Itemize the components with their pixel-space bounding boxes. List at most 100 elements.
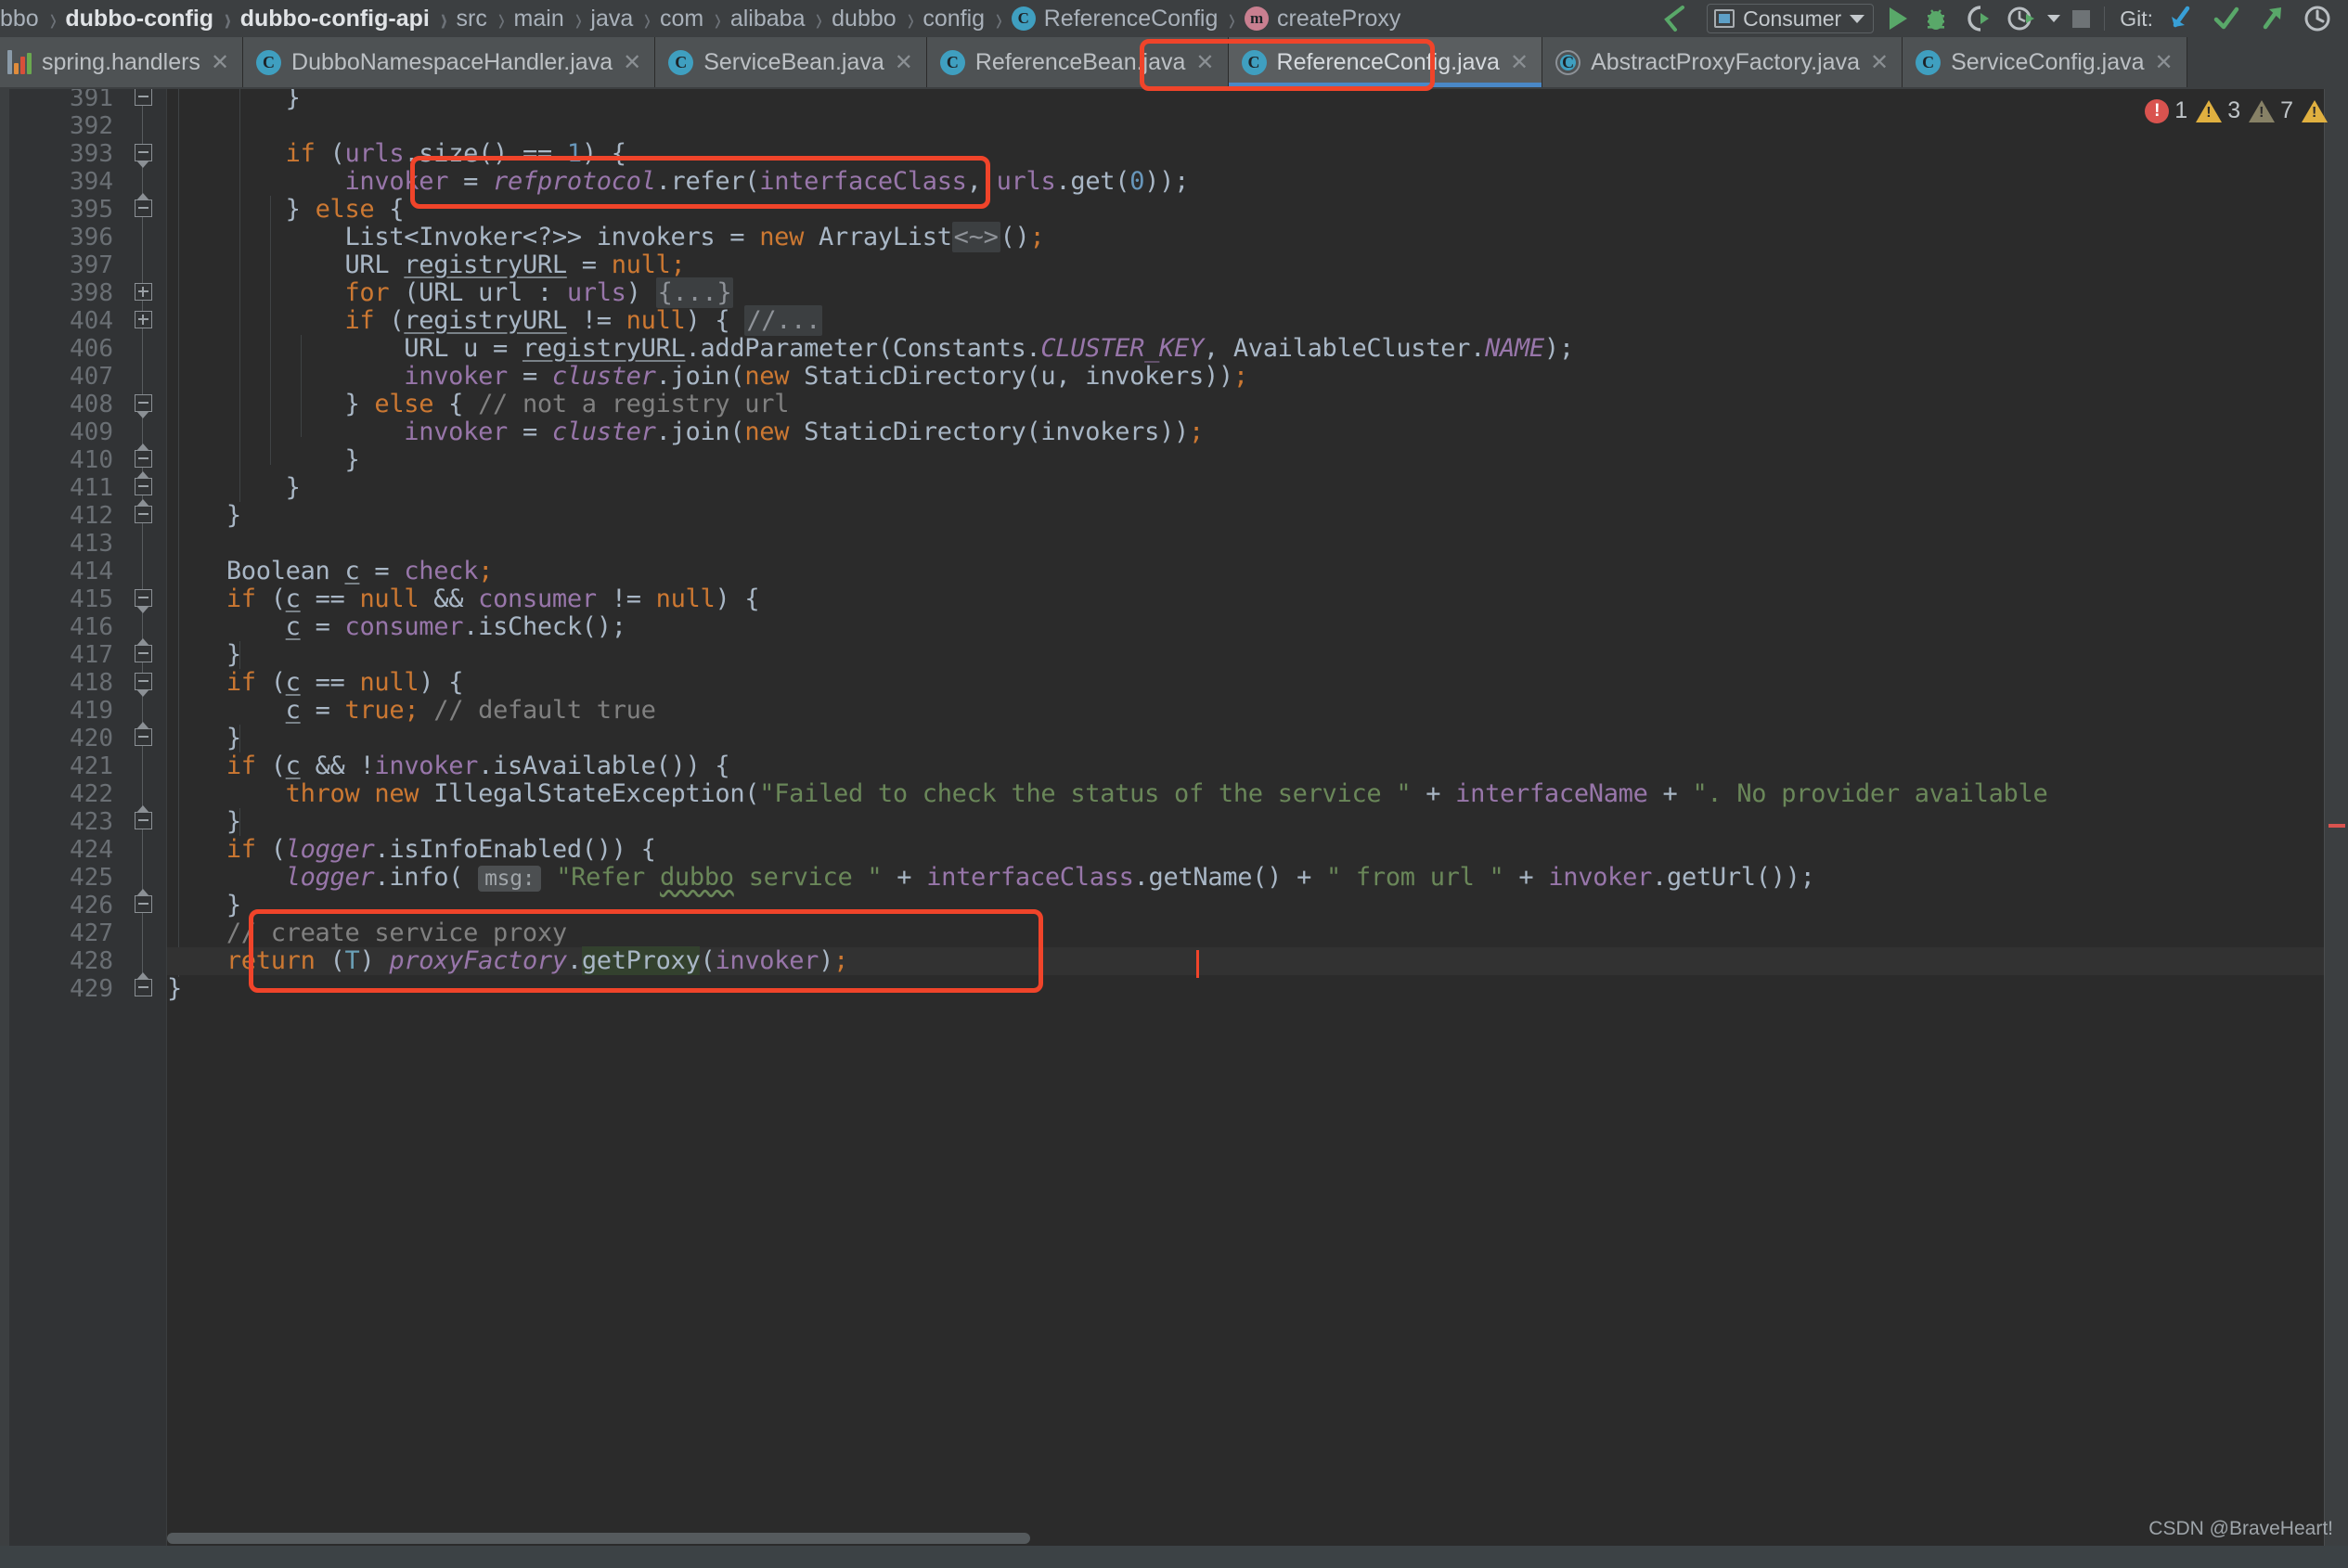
code-line[interactable]: } else { <box>167 196 405 224</box>
weak-warning-count-indicator[interactable]: 7 <box>2249 97 2293 124</box>
code-line[interactable]: } else { // not a registry url <box>167 391 789 418</box>
code-line[interactable]: if (logger.isInfoEnabled()) { <box>167 836 656 864</box>
close-icon[interactable]: ✕ <box>1870 51 1889 73</box>
code-line[interactable]: } <box>167 808 241 836</box>
code-editor[interactable]: 391 392 393 394 395 396 397 398 404 406 … <box>0 89 2348 1546</box>
code-line[interactable]: logger.info( msg: "Refer dubbo service "… <box>167 864 1815 892</box>
code-line[interactable]: } <box>167 474 301 502</box>
close-icon[interactable]: ✕ <box>211 51 229 73</box>
breadcrumb-item-config[interactable]: config › <box>922 0 1011 39</box>
tab-reference-bean[interactable]: C ReferenceBean.java ✕ <box>926 37 1229 87</box>
scrollbar-thumb[interactable] <box>167 1533 1030 1544</box>
tab-service-config[interactable]: C ServiceConfig.java ✕ <box>1903 37 2187 87</box>
fold-marker-collapse[interactable] <box>131 721 155 751</box>
breadcrumb-item-java[interactable]: java › <box>590 0 660 38</box>
line-number: 398 <box>70 279 113 307</box>
code-line[interactable]: if (c == null && consumer != null) { <box>167 585 760 613</box>
editor-gutter[interactable]: 391 392 393 394 395 396 397 398 404 406 … <box>0 89 167 1546</box>
run-configuration-selector[interactable]: Consumer <box>1707 4 1875 33</box>
fold-marker-collapse[interactable] <box>131 470 155 500</box>
close-icon[interactable]: ✕ <box>1195 51 1214 73</box>
back-arrow-icon[interactable] <box>1651 0 1699 37</box>
tab-service-bean[interactable]: C ServiceBean.java ✕ <box>655 37 927 87</box>
code-line[interactable]: invoker = refprotocol.refer(interfaceCla… <box>167 168 1189 196</box>
fold-marker-collapse[interactable] <box>131 804 155 834</box>
breadcrumb-item-dubbo-config-api[interactable]: dubbo-config-api › <box>240 0 457 38</box>
fold-marker-collapse-end[interactable] <box>131 667 155 697</box>
breadcrumb-item-alibaba[interactable]: alibaba › <box>730 0 832 38</box>
profiler-dropdown[interactable] <box>2044 0 2064 37</box>
run-button[interactable] <box>1881 0 1916 37</box>
code-line[interactable]: } <box>167 89 301 112</box>
stop-button[interactable] <box>2064 0 2098 37</box>
fold-marker-collapse[interactable] <box>131 89 155 110</box>
fold-marker-collapse-end[interactable] <box>131 389 155 418</box>
tab-dubbo-namespace-handler[interactable]: C DubboNamespaceHandler.java ✕ <box>243 37 656 87</box>
code-line[interactable]: List<Invoker<?>> invokers = new ArrayLis… <box>167 222 1045 252</box>
extra-warning-indicator[interactable] <box>2302 99 2328 122</box>
code-line[interactable]: URL u = registryURL.addParameter(Constan… <box>167 335 1574 363</box>
warning-count-indicator[interactable]: 3 <box>2196 97 2240 124</box>
code-line[interactable]: URL registryURL = null; <box>167 251 685 279</box>
code-content[interactable]: } if (urls.size() == 1) { invoker = refp… <box>167 89 2348 1546</box>
breadcrumb-item-dubbo-config[interactable]: dubbo-config › <box>65 0 239 38</box>
code-line[interactable]: for (URL url : urls) {...} <box>167 277 734 308</box>
fold-marker-collapse-end[interactable] <box>131 584 155 613</box>
fold-marker-expand[interactable] <box>131 277 155 305</box>
code-line[interactable]: } <box>167 892 241 919</box>
git-history-button[interactable] <box>2294 0 2341 37</box>
code-line[interactable]: if (c == null) { <box>167 669 464 697</box>
close-icon[interactable]: ✕ <box>623 51 641 73</box>
code-line[interactable]: } <box>167 641 241 669</box>
close-icon[interactable]: ✕ <box>2155 51 2174 73</box>
code-line[interactable]: if (urls.size() == 1) { <box>167 140 626 168</box>
code-line[interactable]: if (registryURL != null) { //... <box>167 305 823 336</box>
breadcrumb-item-reference-config[interactable]: C ReferenceConfig › <box>1011 0 1245 38</box>
code-line[interactable]: throw new IllegalStateException("Failed … <box>167 780 2048 808</box>
tab-spring-handlers[interactable]: spring.handlers ✕ <box>0 37 244 87</box>
breadcrumb-item-create-proxy[interactable]: m createProxy <box>1245 0 1400 37</box>
git-push-button[interactable] <box>2250 0 2294 37</box>
horizontal-scrollbar[interactable] <box>167 1529 2324 1546</box>
fold-marker-collapse[interactable] <box>131 192 155 222</box>
breadcrumb-item-com[interactable]: com › <box>660 0 730 38</box>
breadcrumb-separator-icon: › <box>995 0 1002 39</box>
breadcrumb-item-src[interactable]: src › <box>457 0 514 38</box>
tab-abstract-proxy-factory[interactable]: C AbstractProxyFactory.java ✕ <box>1542 37 1903 87</box>
code-line[interactable]: invoker = cluster.join(new StaticDirecto… <box>167 418 1204 446</box>
code-line[interactable]: return (T) proxyFactory.getProxy(invoker… <box>167 946 848 975</box>
code-line[interactable]: } <box>167 725 241 752</box>
tab-reference-config[interactable]: C ReferenceConfig.java ✕ <box>1228 37 1543 87</box>
git-commit-button[interactable] <box>2203 0 2250 37</box>
profiler-button[interactable] <box>1999 0 2044 37</box>
run-with-coverage-button[interactable] <box>1956 0 1999 37</box>
code-line[interactable]: } <box>167 975 182 1003</box>
code-line[interactable]: Boolean c = check; <box>167 558 494 585</box>
fold-marker-collapse[interactable] <box>131 888 155 918</box>
code-line[interactable]: } <box>167 502 241 530</box>
fold-marker-expand[interactable] <box>131 305 155 333</box>
inspection-summary[interactable]: ! 1 3 7 <box>2145 97 2328 124</box>
close-icon[interactable]: ✕ <box>895 51 913 73</box>
code-line[interactable]: invoker = cluster.join(new StaticDirecto… <box>167 363 1248 391</box>
code-line[interactable]: c = true; // default true <box>167 697 656 725</box>
code-line[interactable]: // create service proxy <box>167 919 567 947</box>
code-line[interactable]: } <box>167 446 359 474</box>
breadcrumb-item-dubbo[interactable]: dubbo › <box>832 0 922 38</box>
breadcrumb-item-main[interactable]: main › <box>514 0 591 38</box>
fold-marker-collapse[interactable] <box>131 637 155 667</box>
debug-button[interactable] <box>1916 0 1956 37</box>
fold-marker-collapse[interactable] <box>131 443 155 472</box>
breadcrumb-item-0[interactable]: bbo › <box>0 0 65 38</box>
git-update-button[interactable] <box>2159 0 2203 37</box>
code-line[interactable]: if (c && !invoker.isAvailable()) { <box>167 752 730 780</box>
fold-marker-collapse[interactable] <box>131 498 155 528</box>
error-count-indicator[interactable]: ! 1 <box>2145 97 2187 124</box>
editor-marker-bar[interactable] <box>2324 89 2348 1546</box>
fold-marker-collapse[interactable] <box>131 971 155 1001</box>
tab-label: ReferenceConfig.java <box>1276 48 1500 75</box>
fold-marker-collapse-end[interactable] <box>131 138 155 168</box>
code-line[interactable]: c = consumer.isCheck(); <box>167 613 626 641</box>
error-stripe[interactable] <box>2329 824 2345 828</box>
close-icon[interactable]: ✕ <box>1510 51 1529 73</box>
